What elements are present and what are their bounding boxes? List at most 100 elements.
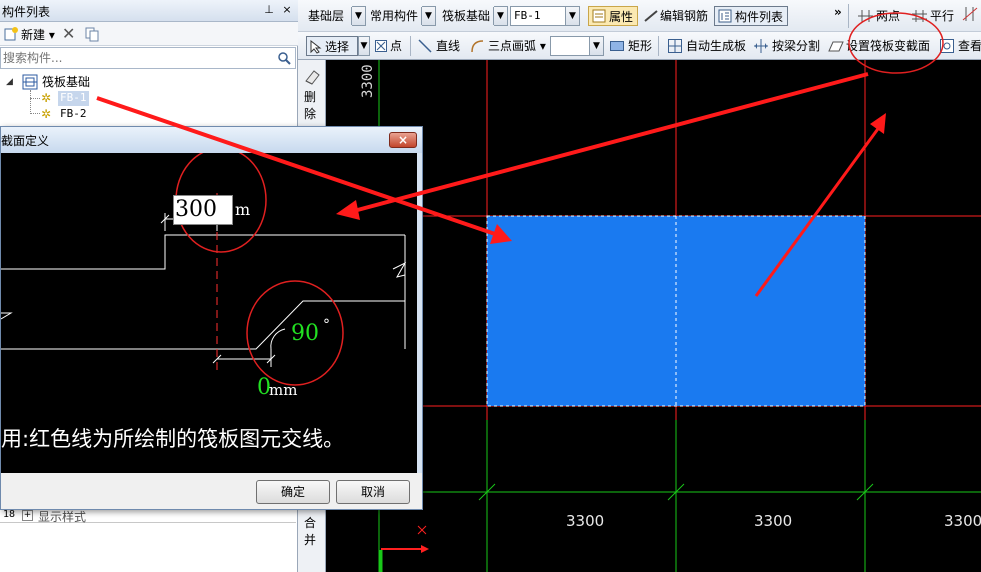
chevron-down-icon: ▼	[351, 7, 365, 25]
instruction-note: 用:红色线为所绘制的筏板图元交线。	[1, 427, 345, 451]
component-combo[interactable]: FB-1 ▼	[510, 6, 580, 26]
break-symbol	[392, 261, 407, 278]
break-symbol-left	[1, 312, 13, 320]
type-combo[interactable]: ▼	[421, 6, 436, 26]
toolbar-separator	[658, 36, 659, 56]
two-point-button[interactable]: 两点	[858, 6, 900, 26]
split-by-beam-button[interactable]: 按梁分割	[754, 36, 820, 56]
property-row-number: 18	[3, 509, 16, 520]
delete-label[interactable]: 删除	[304, 88, 316, 122]
component-gear-icon: ✲	[41, 91, 52, 105]
select-mode-dropdown[interactable]: ▼	[358, 36, 370, 56]
panel-title-bar: 构件列表 ⊥ ×	[0, 0, 298, 22]
cut-axis-icon[interactable]	[962, 6, 978, 26]
edit-rebar-label: 编辑钢筋	[660, 9, 709, 23]
rectangle-button[interactable]: 矩形	[610, 36, 652, 56]
panel-toolbar: 新建 ▾ ✕	[0, 22, 298, 46]
edit-rebar-button[interactable]: 编辑钢筋	[642, 6, 708, 26]
set-variable-section-label: 设置筏板变截面	[846, 39, 931, 53]
more-icon[interactable]: »	[834, 2, 842, 22]
delete-icon[interactable]: ✕	[62, 24, 75, 43]
new-button[interactable]: 新建 ▾	[21, 26, 55, 43]
arc-option-combo[interactable]: ▼	[550, 36, 604, 56]
tree-root-label[interactable]: 筏板基础	[42, 74, 90, 90]
pin-icon[interactable]: ⊥	[262, 3, 276, 17]
category-combo[interactable]: ▼	[493, 6, 508, 26]
chevron-down-icon: ▼	[589, 37, 603, 55]
dimension-label-bottom-2: 3300	[754, 512, 793, 530]
edit-rebar-icon	[644, 10, 658, 22]
delete-char-1: 删	[304, 90, 317, 104]
select-label: 选择	[325, 40, 350, 54]
properties-button[interactable]: 属性	[588, 6, 638, 26]
drawing-canvas[interactable]: 3300 3300 3300 3300	[326, 60, 981, 572]
angle-value[interactable]: 90	[291, 321, 319, 346]
draw-toolbar: 选择 ▼ 点 直线 三点画弧 ▾ ▼ 矩形 自动生成板 按梁分割 设置筏板变截面…	[298, 32, 981, 60]
ok-button[interactable]: 确定	[256, 480, 330, 504]
auto-generate-label: 自动生成板	[686, 39, 747, 53]
dialog-close-button[interactable]: ×	[389, 132, 417, 148]
set-variable-section-button[interactable]: 设置筏板变截面	[828, 36, 930, 56]
search-box	[0, 47, 296, 69]
slab-fb1-right	[676, 216, 865, 406]
search-icon[interactable]	[275, 50, 293, 66]
tree-line	[30, 98, 40, 99]
category-combo-label: 筏板基础	[442, 9, 491, 23]
chevron-down-icon: ▼	[493, 7, 507, 25]
section-definition-dialog: 截面定义 × 300 m 90 ° 0 mm 用:红色线为所绘制的筏板图元交线。…	[0, 126, 423, 510]
merge-label[interactable]: 合并	[304, 514, 316, 548]
new-component-icon	[3, 26, 19, 45]
split-by-beam-label: 按梁分割	[772, 39, 821, 53]
two-point-icon	[858, 10, 873, 22]
tree-item-fb1[interactable]: FB-1	[58, 91, 89, 106]
tree-line	[30, 113, 40, 114]
chevron-down-icon: ▼	[358, 37, 369, 55]
parallel-icon	[912, 10, 927, 22]
close-icon[interactable]: ×	[280, 3, 294, 17]
type-combo-label: 常用构件	[370, 9, 419, 23]
arc-label: 三点画弧	[488, 39, 537, 53]
rectangle-label: 矩形	[628, 39, 653, 53]
width-input[interactable]: 300	[173, 195, 233, 225]
property-row[interactable]: 18 + 显示样式	[0, 508, 296, 524]
dialog-title-bar: 截面定义 ×	[1, 127, 422, 153]
toolbar-separator	[410, 36, 411, 56]
canvas-drawing	[326, 60, 981, 572]
point-button[interactable]: 点	[374, 36, 402, 56]
line-label: 直线	[436, 39, 461, 53]
property-row-label: 显示样式	[38, 510, 87, 524]
layer-combo[interactable]: ▼	[351, 6, 366, 26]
offset-unit: mm	[269, 381, 298, 399]
slab-top-outline	[1, 234, 405, 270]
tree-item-fb2[interactable]: FB-2	[60, 106, 87, 122]
section-preview: 300 m 90 ° 0 mm 用:红色线为所绘制的筏板图元交线。	[1, 153, 417, 473]
list-icon	[718, 9, 732, 23]
component-gear-icon: ✲	[41, 107, 52, 121]
auto-generate-slab-button[interactable]: 自动生成板	[668, 36, 746, 56]
arc-icon	[471, 40, 484, 53]
properties-label: 属性	[609, 10, 634, 24]
cancel-button[interactable]: 取消	[336, 480, 410, 504]
component-list-button[interactable]: 构件列表	[714, 6, 788, 26]
auto-generate-icon	[668, 39, 682, 53]
view-button[interactable]: 查看	[940, 36, 981, 56]
tree-collapse-icon[interactable]: ◢	[6, 74, 13, 90]
x-axis-arrowhead	[421, 545, 429, 553]
eraser-icon[interactable]	[303, 68, 321, 89]
tree-line	[30, 90, 31, 114]
two-point-label: 两点	[876, 9, 901, 23]
copy-icon[interactable]	[84, 26, 100, 45]
search-input[interactable]	[3, 50, 265, 66]
point-icon	[375, 40, 387, 52]
line-button[interactable]: 直线	[418, 36, 460, 56]
split-icon	[754, 39, 768, 53]
select-button[interactable]: 选择	[306, 36, 358, 56]
chevron-down-icon: ▼	[565, 7, 579, 25]
degree-mark: °	[323, 317, 330, 333]
properties-icon	[592, 9, 606, 23]
chevron-down-icon: ▼	[421, 7, 435, 25]
three-point-arc-button[interactable]: 三点画弧 ▾	[470, 36, 546, 56]
parallel-button[interactable]: 平行	[912, 6, 954, 26]
layer-combo-label: 基础层	[308, 9, 345, 23]
expand-plus-icon[interactable]: +	[22, 510, 33, 521]
